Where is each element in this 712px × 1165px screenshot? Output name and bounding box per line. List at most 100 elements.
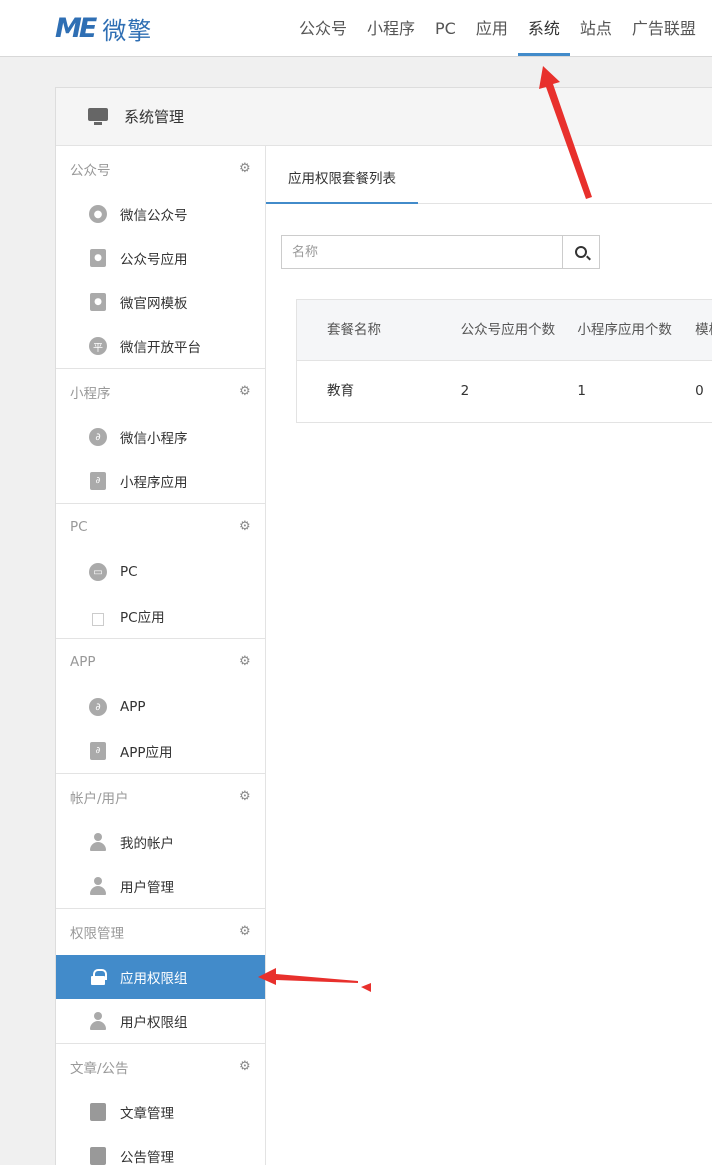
search-bar (281, 235, 600, 269)
table-row[interactable]: 教育 2 1 0 (297, 361, 712, 422)
sidebar-group-articles: 文章/公告 ⚙ 文章管理 公告管理 (56, 1044, 265, 1165)
megaphone-icon (88, 1146, 108, 1165)
sidebar-item-label: APP (120, 699, 146, 715)
users-icon (88, 876, 108, 896)
sidebar-group-title: 文章/公告 (70, 1061, 129, 1077)
sidebar-item-label: 用户权限组 (120, 1015, 188, 1031)
bag-icon: ● (88, 248, 108, 268)
gear-icon[interactable]: ⚙ (239, 520, 251, 533)
sidebar-item-label: APP应用 (120, 745, 173, 761)
sidebar-group-accounts: 帐户/用户 ⚙ 我的帐户 用户管理 (56, 774, 265, 909)
sidebar-item-app[interactable]: ∂ APP (56, 685, 265, 729)
sidebar-group-title: 小程序 (70, 386, 111, 402)
sidebar-item-user-permission-group[interactable]: 用户权限组 (56, 999, 265, 1043)
panel-header: 系统管理 (56, 88, 712, 146)
sidebar-item-app-permission-group[interactable]: 应用权限组 (56, 955, 265, 999)
main-nav: 公众号 小程序 PC 应用 系统 站点 广告联盟 (289, 0, 706, 56)
sidebar-group-official-account: 公众号 ⚙ ● 微信公众号 ● 公众号应用 ● 微官网模板 平 微信开放平台 (56, 146, 265, 369)
sidebar-group-title: 公众号 (70, 163, 111, 179)
wechat-icon: ● (88, 204, 108, 224)
sidebar-item-label: 微官网模板 (120, 296, 188, 312)
sidebar-group-title: 帐户/用户 (70, 791, 129, 807)
sidebar-group-header: 公众号 ⚙ (56, 146, 265, 192)
sidebar: 公众号 ⚙ ● 微信公众号 ● 公众号应用 ● 微官网模板 平 微信开放平台 小… (56, 146, 266, 1165)
sidebar-item-label: PC (120, 564, 138, 580)
sidebar-item-wechat-mini-program[interactable]: ∂ 微信小程序 (56, 415, 265, 459)
nav-item-ad-alliance[interactable]: 广告联盟 (622, 0, 706, 56)
sidebar-group-permissions: 权限管理 ⚙ 应用权限组 用户权限组 (56, 909, 265, 1044)
sidebar-group-mini-program: 小程序 ⚙ ∂ 微信小程序 ∂ 小程序应用 (56, 369, 265, 504)
sidebar-group-header: 权限管理 ⚙ (56, 909, 265, 955)
sidebar-item-my-account[interactable]: 我的帐户 (56, 820, 265, 864)
nav-item-system[interactable]: 系统 (517, 0, 570, 56)
logo-text: 微擎 (102, 16, 153, 45)
gear-icon[interactable]: ⚙ (239, 162, 251, 175)
search-icon (575, 246, 587, 258)
sidebar-item-account-apps[interactable]: ● 公众号应用 (56, 236, 265, 280)
logo[interactable]: ME 微擎 (55, 12, 153, 45)
sidebar-group-title: 权限管理 (70, 926, 124, 942)
panel-title: 系统管理 (124, 108, 185, 126)
sidebar-item-label: 用户管理 (120, 880, 174, 896)
document-icon (88, 1102, 108, 1122)
sidebar-item-label: PC应用 (120, 610, 165, 626)
column-header-name: 套餐名称 (327, 321, 381, 338)
user-icon (88, 832, 108, 852)
sidebar-group-header: 小程序 ⚙ (56, 369, 265, 415)
template-icon: ● (88, 292, 108, 312)
gear-icon[interactable]: ⚙ (239, 655, 251, 668)
bag-icon: ∂ (88, 471, 108, 491)
sidebar-group-title: PC (70, 519, 88, 535)
sidebar-item-article-management[interactable]: 文章管理 (56, 1090, 265, 1134)
gear-icon[interactable]: ⚙ (239, 925, 251, 938)
sidebar-group-pc: PC ⚙ ▭ PC PC应用 (56, 504, 265, 639)
sidebar-group-header: 文章/公告 ⚙ (56, 1044, 265, 1090)
search-input[interactable] (281, 235, 562, 269)
bag-icon: ∂ (88, 741, 108, 761)
gear-icon[interactable]: ⚙ (239, 790, 251, 803)
table-cell: 1 (577, 383, 586, 399)
sidebar-item-open-platform[interactable]: 平 微信开放平台 (56, 324, 265, 368)
packages-table: 套餐名称 公众号应用个数 小程序应用个数 模板 教育 2 1 0 (296, 299, 712, 423)
app-icon: ∂ (88, 697, 108, 717)
user-lock-icon (88, 1011, 108, 1031)
sidebar-item-app-apps[interactable]: ∂ APP应用 (56, 729, 265, 773)
table-cell: 0 (695, 383, 704, 399)
main-content: 应用权限套餐列表 套餐名称 公众号应用个数 小程序应用个数 模板 教育 2 1 … (266, 146, 712, 423)
logo-mark: ME (55, 12, 97, 44)
sidebar-group-app: APP ⚙ ∂ APP ∂ APP应用 (56, 639, 265, 774)
nav-item-sites[interactable]: 站点 (570, 0, 622, 56)
gear-icon[interactable]: ⚙ (239, 385, 251, 398)
tab-bar: 应用权限套餐列表 (266, 146, 712, 204)
monitor-icon (88, 107, 108, 126)
sidebar-item-label: 公告管理 (120, 1150, 174, 1165)
sidebar-group-header: PC ⚙ (56, 504, 265, 550)
top-navbar: ME 微擎 公众号 小程序 PC 应用 系统 站点 广告联盟 (0, 0, 712, 57)
nav-item-apps[interactable]: 应用 (466, 0, 518, 56)
sidebar-item-label: 文章管理 (120, 1106, 174, 1122)
sidebar-item-site-templates[interactable]: ● 微官网模板 (56, 280, 265, 324)
nav-item-official-account[interactable]: 公众号 (289, 0, 357, 56)
nav-item-pc[interactable]: PC (425, 0, 466, 56)
sidebar-item-pc[interactable]: ▭ PC (56, 550, 265, 594)
sidebar-item-mini-program-apps[interactable]: ∂ 小程序应用 (56, 459, 265, 503)
column-header-template: 模板 (695, 321, 712, 338)
broken-image-icon (88, 606, 108, 626)
lock-icon (88, 967, 108, 987)
tab-app-permission-packages[interactable]: 应用权限套餐列表 (266, 146, 418, 204)
sidebar-group-title: APP (70, 654, 96, 670)
search-button[interactable] (562, 235, 600, 269)
sidebar-item-label: 微信小程序 (120, 431, 188, 447)
sidebar-item-user-management[interactable]: 用户管理 (56, 864, 265, 908)
column-header-account-app-count: 公众号应用个数 (460, 321, 556, 338)
table-cell: 2 (460, 383, 470, 399)
gear-icon[interactable]: ⚙ (239, 1060, 251, 1073)
nav-item-mini-program[interactable]: 小程序 (357, 0, 425, 56)
sidebar-item-wechat-account[interactable]: ● 微信公众号 (56, 192, 265, 236)
monitor-icon: ▭ (88, 562, 108, 582)
mini-program-icon: ∂ (88, 427, 108, 447)
sidebar-item-label: 我的帐户 (120, 836, 174, 852)
sidebar-item-notice-management[interactable]: 公告管理 (56, 1134, 265, 1165)
sidebar-item-label: 微信开放平台 (120, 340, 201, 356)
sidebar-item-pc-apps[interactable]: PC应用 (56, 594, 265, 638)
